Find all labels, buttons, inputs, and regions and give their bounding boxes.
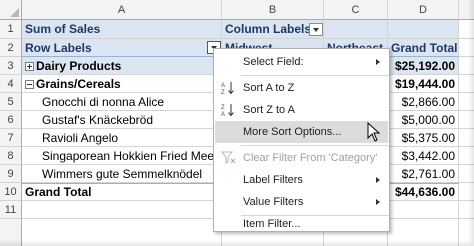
cell-e6[interactable] [459,111,474,129]
row-header-9[interactable]: 9 [0,165,22,183]
row-header-4[interactable]: 4 [0,75,22,93]
row-header-12 [0,219,22,246]
cell-a11[interactable] [22,201,222,219]
cell-e4[interactable] [459,75,474,93]
grains-label: Grains/Cereals [36,77,121,91]
column-header-a[interactable]: A [22,0,222,20]
cell-d12[interactable] [388,219,459,246]
cell-e10[interactable] [459,183,474,201]
item-grand-total[interactable]: $2,761.00 [388,165,459,183]
cell-e7[interactable] [459,129,474,147]
pivot-item-row[interactable]: Ravioli Angelo [22,129,222,147]
svg-text:Z: Z [221,90,225,95]
spreadsheet-window: A B C D 1 2 3 4 5 6 7 8 9 10 11 Sum of S… [0,0,474,246]
sort-az-label: Sort A to Z [243,82,295,94]
row-header-8[interactable]: 8 [0,147,22,165]
menu-clear-filter[interactable]: Clear Filter From 'Category' [215,147,388,169]
item-filter-label: Item Filter... [243,218,301,230]
more-sort-label: More Sort Options... [243,126,342,138]
row-labels-filter-menu: Select Field: A Z Sort A to Z Z A Sort Z… [213,48,390,232]
expand-icon[interactable] [25,62,34,71]
menu-separator [241,145,389,146]
pivot-row-dairy[interactable]: Dairy Products [22,57,222,75]
menu-label-filters[interactable]: Label Filters [215,169,388,191]
cell-e1[interactable] [459,20,474,39]
menu-select-field[interactable]: Select Field: [215,51,388,73]
pivot-grand-total-header[interactable]: Grand Total [388,39,459,57]
pivot-sum-of-sales[interactable]: Sum of Sales [22,20,222,39]
menu-separator [241,75,389,76]
item-grand-total[interactable]: $2,866.00 [388,93,459,111]
cell-c1[interactable] [324,20,388,39]
row-header-7[interactable]: 7 [0,129,22,147]
row-header-3[interactable]: 3 [0,57,22,75]
grand-total-value[interactable]: $44,636.00 [388,183,459,201]
menu-sort-z-to-a[interactable]: Z A Sort Z to A [215,99,388,121]
pivot-grand-total-row[interactable]: Grand Total [22,183,222,201]
dairy-grand-total[interactable]: $25,192.00 [388,57,459,75]
clear-filter-label: Clear Filter From 'Category' [243,152,378,164]
sort-descending-icon: Z A [221,103,237,118]
svg-text:Z: Z [221,105,225,111]
pivot-item-row[interactable]: Gnocchi di nonna Alice [22,93,222,111]
cell-a12[interactable] [22,219,222,246]
menu-more-sort-options[interactable]: More Sort Options... [215,121,388,143]
svg-text:A: A [221,83,225,89]
grains-grand-total[interactable]: $19,444.00 [388,75,459,93]
item-grand-total[interactable]: $5,375.00 [388,129,459,147]
value-filters-label: Value Filters [243,196,304,208]
pivot-item-row[interactable]: Gustaf's Knäckebröd [22,111,222,129]
item-grand-total[interactable]: $3,442.00 [388,147,459,165]
select-field-label: Select Field: [243,56,304,68]
menu-item-filter[interactable]: Item Filter... [215,211,388,231]
row-header-5[interactable]: 5 [0,93,22,111]
row-header-10[interactable]: 10 [0,183,22,201]
cell-e8[interactable] [459,147,474,165]
cell-e11[interactable] [459,201,474,219]
row-header-11[interactable]: 11 [0,201,22,219]
dairy-label: Dairy Products [36,59,122,73]
pivot-row-labels[interactable]: Row Labels [22,39,222,57]
cell-e3[interactable] [459,57,474,75]
row-header-2[interactable]: 2 [0,39,22,57]
svg-text:A: A [221,112,225,117]
cell-d1[interactable] [388,20,459,39]
sort-ascending-icon: A Z [221,81,237,96]
cell-e9[interactable] [459,165,474,183]
column-header-e[interactable] [459,0,474,20]
column-labels-text: Column Labels [225,22,312,36]
cell-e2[interactable] [459,39,474,57]
cell-e5[interactable] [459,93,474,111]
pivot-row-grains[interactable]: Grains/Cereals [22,75,222,93]
submenu-arrow-icon [376,59,380,65]
column-header-b[interactable]: B [222,0,324,20]
collapse-icon[interactable] [25,80,34,89]
item-grand-total[interactable]: $5,000.00 [388,111,459,129]
submenu-arrow-icon [376,199,380,205]
row-header-6[interactable]: 6 [0,111,22,129]
menu-sort-a-to-z[interactable]: A Z Sort A to Z [215,77,388,99]
column-header-c[interactable]: C [324,0,388,20]
select-all-corner[interactable] [0,0,22,20]
row-header-1[interactable]: 1 [0,20,22,39]
menu-value-filters[interactable]: Value Filters [215,191,388,213]
column-header-d[interactable]: D [388,0,459,20]
row-labels-text: Row Labels [25,41,92,55]
clear-filter-icon [220,151,237,165]
pivot-item-row[interactable]: Singaporean Hokkien Fried Mee [22,147,222,165]
mouse-pointer-icon [367,121,381,142]
label-filters-label: Label Filters [243,174,303,186]
column-labels-filter-button[interactable] [309,23,323,36]
submenu-arrow-icon [376,177,380,183]
pivot-item-row[interactable]: Wimmers gute Semmelknödel [22,165,222,183]
sort-za-label: Sort Z to A [243,104,295,116]
cell-d11[interactable] [388,201,459,219]
